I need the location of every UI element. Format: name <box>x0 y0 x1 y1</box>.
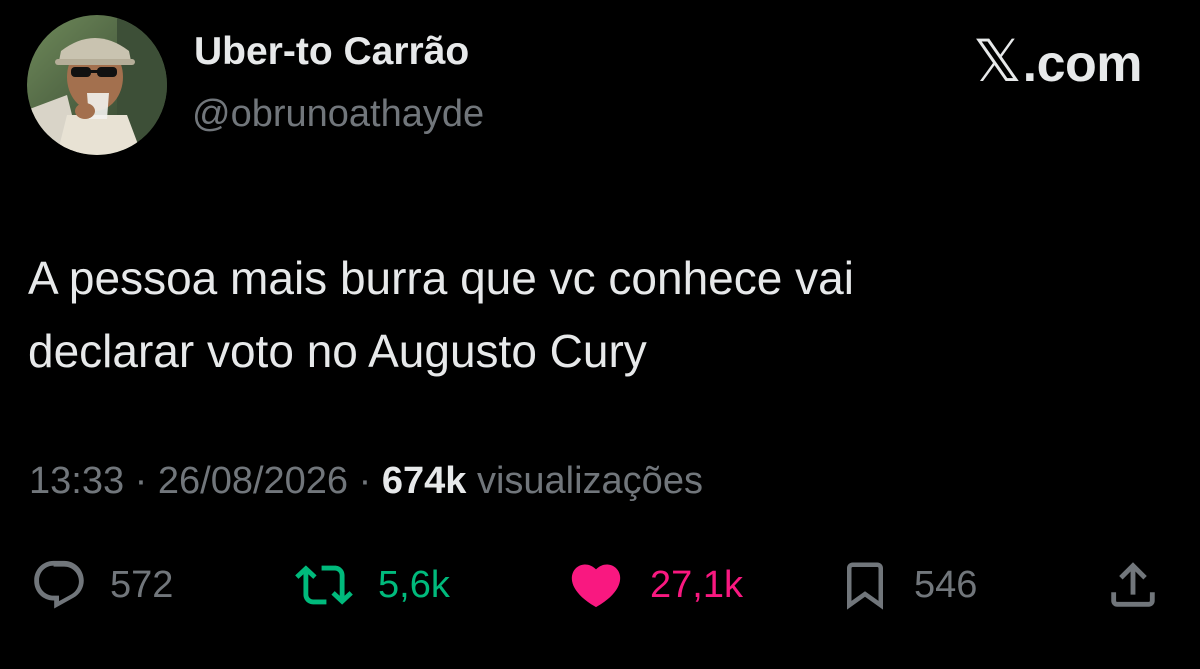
like-count: 27,1k <box>650 564 743 606</box>
tweet-text: A pessoa mais burra que vc conhece vai d… <box>28 242 1168 388</box>
like-button[interactable]: 27,1k <box>564 550 743 620</box>
reply-count: 572 <box>110 564 174 606</box>
tweet-date[interactable]: 26/08/2026 <box>158 460 348 502</box>
meta-separator: · <box>134 460 148 502</box>
retweet-icon <box>295 565 353 605</box>
tweet-time[interactable]: 13:33 <box>29 460 124 502</box>
heart-icon <box>571 564 621 608</box>
reply-button[interactable]: 572 <box>30 550 173 620</box>
share-icon <box>1111 562 1155 607</box>
reply-icon <box>34 560 84 609</box>
tweet-card: Uber-to Carrão @obrunoathayde 𝕏.com A pe… <box>0 0 1200 669</box>
views-count[interactable]: 674k <box>382 460 467 502</box>
retweet-count: 5,6k <box>378 564 450 606</box>
share-button[interactable] <box>1104 550 1162 620</box>
tweet-text-line: A pessoa mais burra que vc conhece vai <box>28 252 854 304</box>
bookmark-count: 546 <box>914 564 978 606</box>
author-handle[interactable]: @obrunoathayde <box>192 93 484 136</box>
tweet-meta: 13:33 · 26/08/2026 · 674k visualizações <box>29 459 703 505</box>
views-label: visualizações <box>476 460 703 502</box>
brand-suffix: .com <box>1022 35 1143 93</box>
tweet-text-line: declarar voto no Augusto Cury <box>28 325 647 377</box>
x-logo-icon: 𝕏 <box>973 27 1022 95</box>
x-com-brand: 𝕏.com <box>973 27 1143 95</box>
action-bar: 572 5,6k 27,1k 546 <box>0 550 1200 620</box>
author-avatar[interactable] <box>27 15 167 155</box>
bookmark-icon <box>847 562 883 610</box>
meta-separator: · <box>358 460 372 502</box>
author-display-name[interactable]: Uber-to Carrão <box>194 30 469 74</box>
retweet-button[interactable]: 5,6k <box>292 550 450 620</box>
avatar-photo-icon <box>27 15 167 155</box>
bookmark-button[interactable]: 546 <box>838 550 977 620</box>
